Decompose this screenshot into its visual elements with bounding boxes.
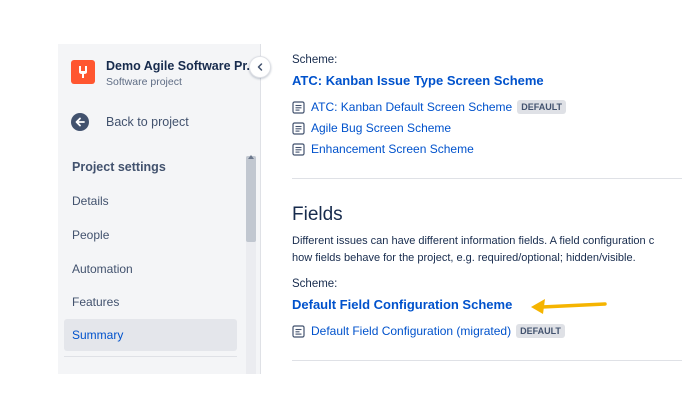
sidebar-divider — [64, 356, 237, 357]
screen-document-icon — [292, 100, 305, 114]
back-to-project-label: Back to project — [106, 115, 189, 129]
section-divider — [292, 178, 682, 179]
sidebar-item-label: Details — [72, 194, 109, 208]
screen-document-icon — [292, 121, 305, 135]
project-name[interactable]: Demo Agile Software Pr... — [106, 59, 257, 73]
screen-scheme-item[interactable]: Enhancement Screen Scheme — [292, 142, 474, 156]
sidebar-item-label: Summary — [72, 328, 124, 342]
screen-scheme-item-label: ATC: Kanban Default Screen Scheme — [311, 100, 513, 114]
sidebar-item-features[interactable]: Features — [64, 286, 237, 318]
sidebar-scrollbar-thumb[interactable] — [246, 156, 256, 242]
sidebar-item-people[interactable]: People — [64, 219, 237, 251]
arrow-left-icon — [71, 113, 89, 131]
screen-scheme-item-label: Enhancement Screen Scheme — [311, 142, 474, 156]
screens-scheme-link[interactable]: ATC: Kanban Issue Type Screen Scheme — [292, 73, 544, 88]
project-avatar-icon — [71, 60, 95, 84]
screens-scheme-label: Scheme: — [292, 54, 338, 66]
main-content: Scheme: ATC: Kanban Issue Type Screen Sc… — [292, 0, 697, 408]
sidebar-item-details[interactable]: Details — [64, 185, 237, 217]
section-divider — [292, 360, 682, 361]
default-badge: DEFAULT — [516, 324, 565, 338]
field-configuration-icon — [292, 324, 305, 338]
default-badge: DEFAULT — [517, 100, 567, 114]
fields-section-title: Fields — [292, 204, 343, 225]
scroll-up-arrow-icon[interactable] — [246, 148, 256, 159]
sidebar-item-label: Automation — [72, 262, 133, 276]
project-sidebar: Demo Agile Software Pr... Software proje… — [58, 44, 261, 374]
project-settings-heading: Project settings — [72, 160, 166, 174]
fields-description-line: Different issues can have different info… — [292, 235, 655, 247]
sidebar-item-summary[interactable]: Summary — [64, 319, 237, 351]
collapse-sidebar-button[interactable] — [249, 56, 271, 78]
field-configuration-item[interactable]: Default Field Configuration (migrated) D… — [292, 324, 565, 338]
chevron-left-icon — [257, 63, 263, 71]
field-configuration-item-label: Default Field Configuration (migrated) — [311, 324, 512, 338]
sidebar-item-label: People — [72, 228, 110, 242]
fields-scheme-label: Scheme: — [292, 278, 338, 290]
screen-scheme-item[interactable]: Agile Bug Screen Scheme — [292, 121, 451, 135]
screen-scheme-item-label: Agile Bug Screen Scheme — [311, 121, 452, 135]
screen-scheme-item[interactable]: ATC: Kanban Default Screen Scheme DEFAUL… — [292, 100, 567, 114]
fields-description-line: how fields behave for the project, e.g. … — [292, 252, 636, 264]
screen-document-icon — [292, 142, 305, 156]
back-to-project-link[interactable]: Back to project — [71, 111, 189, 133]
project-type: Software project — [106, 76, 182, 88]
sidebar-item-automation[interactable]: Automation — [64, 253, 237, 285]
annotation-arrow-icon — [531, 299, 607, 314]
field-configuration-scheme-link[interactable]: Default Field Configuration Scheme — [292, 297, 512, 312]
sidebar-item-label: Features — [72, 295, 120, 309]
